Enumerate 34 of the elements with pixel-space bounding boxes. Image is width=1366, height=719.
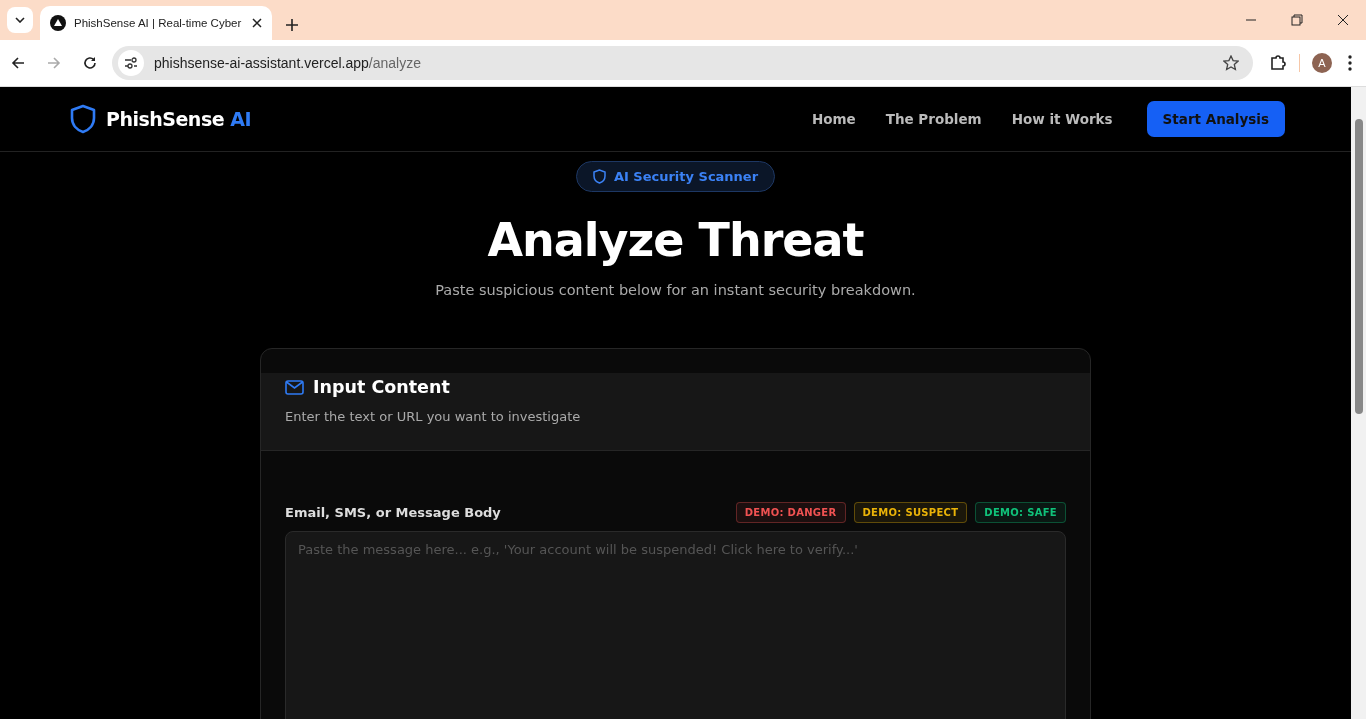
demo-button[interactable]: DEMO: SUSPECT [853, 502, 968, 523]
demo-button[interactable]: DEMO: DANGER [735, 502, 846, 523]
reload-icon[interactable] [83, 56, 97, 70]
close-icon[interactable] [252, 18, 262, 28]
demo-button[interactable]: DEMO: SAFE [975, 502, 1066, 523]
card-description: Enter the text or URL you want to investigate [285, 409, 582, 424]
site-settings-icon[interactable] [124, 57, 138, 69]
address-bar[interactable]: phishsense-ai-assistant.vercel.app/analyze [112, 46, 1253, 80]
tab-list-button[interactable] [7, 7, 33, 33]
nav-link[interactable]: How it Works [1011, 111, 1113, 127]
profile-avatar[interactable]: A [1312, 53, 1332, 73]
puzzle-piece-icon[interactable] [1269, 54, 1287, 72]
url-text: phishsense-ai-assistant.vercel.app/analyze [154, 55, 422, 71]
scrollbar[interactable] [1351, 87, 1366, 719]
card-title: Input Content [313, 377, 450, 397]
nav-link[interactable]: The Problem [885, 111, 982, 127]
scanner-badge: AI Security Scanner [575, 161, 776, 192]
brand-logo[interactable]: PhishSense AI [106, 108, 251, 130]
back-arrow-icon[interactable] [11, 56, 25, 70]
more-menu-icon[interactable] [1348, 55, 1352, 71]
field-label: Email, SMS, or Message Body [285, 504, 501, 520]
shield-icon [592, 169, 606, 184]
envelope-icon [285, 379, 304, 395]
chevron-down-icon [15, 17, 25, 23]
shield-logo-icon [70, 104, 96, 134]
star-icon[interactable] [1223, 55, 1239, 71]
page-subtitle: Paste suspicious content below for an instant security breakdown. [435, 282, 916, 298]
nav-link[interactable]: Home [811, 111, 856, 127]
page-title: Analyze Threat [487, 212, 864, 268]
start-analysis-button[interactable]: Start Analysis [1146, 101, 1285, 137]
browser-tab[interactable]: PhishSense AI | Real-time Cyber [40, 6, 272, 40]
new-tab-icon[interactable] [286, 19, 298, 31]
message-input-field[interactable]: Paste the message here... e.g., 'Your account will be suspended! Click here to verify...' [285, 531, 1066, 719]
triangle-logo-icon [50, 15, 66, 31]
